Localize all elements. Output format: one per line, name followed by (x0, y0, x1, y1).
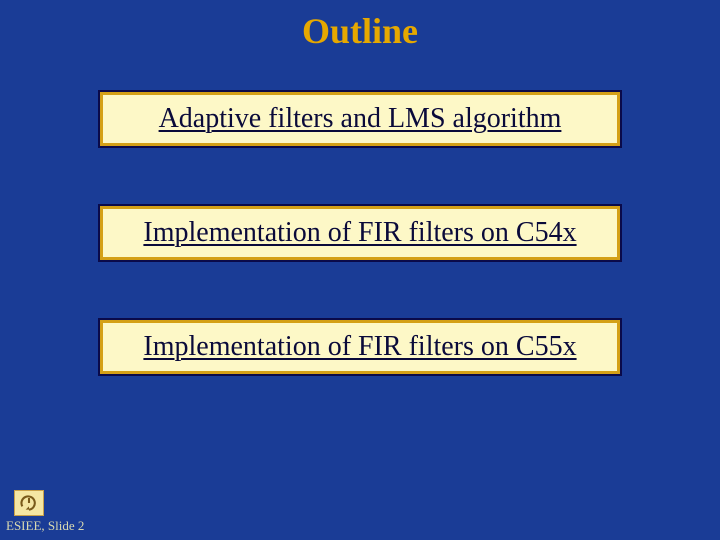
slide-footer: ESIEE, Slide 2 (6, 490, 84, 534)
outline-item-2[interactable]: Implementation of FIR filters on C54x (100, 206, 620, 260)
outline-item-label: Implementation of FIR filters on C54x (143, 217, 576, 248)
outline-list: Adaptive filters and LMS algorithm Imple… (0, 92, 720, 374)
return-icon[interactable] (14, 490, 44, 516)
outline-item-label: Adaptive filters and LMS algorithm (159, 103, 562, 134)
outline-item-1[interactable]: Adaptive filters and LMS algorithm (100, 92, 620, 146)
slide-number-label: ESIEE, Slide 2 (6, 518, 84, 534)
outline-item-3[interactable]: Implementation of FIR filters on C55x (100, 320, 620, 374)
outline-item-label: Implementation of FIR filters on C55x (143, 331, 576, 362)
page-title: Outline (0, 0, 720, 52)
